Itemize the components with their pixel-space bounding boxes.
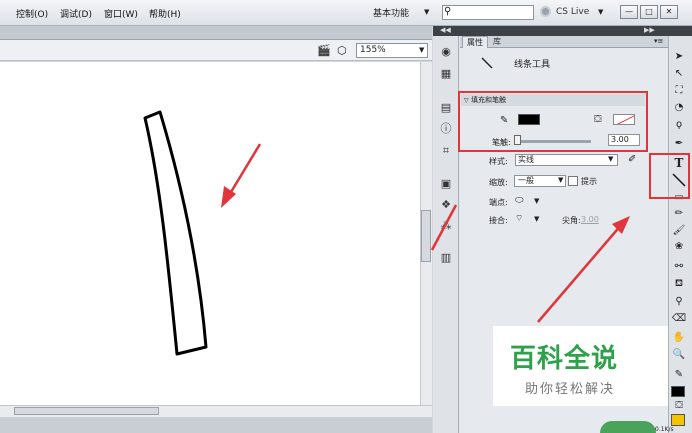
info-panel-icon[interactable]: ⓘ xyxy=(438,121,454,137)
fill-color-tool[interactable] xyxy=(671,414,685,426)
join-style-icon[interactable]: ⌔ xyxy=(515,213,523,224)
swatches-panel-icon[interactable]: ▦ xyxy=(438,66,454,82)
annotation-arrow-svg xyxy=(537,216,630,323)
style-select[interactable]: 实线 xyxy=(515,154,618,166)
stroke-color-tool[interactable] xyxy=(671,386,685,397)
collapse-icon[interactable]: ▶▶ xyxy=(644,26,655,34)
document-tab-bar xyxy=(0,26,432,40)
watermark-subtitle: 助你轻松解决 xyxy=(525,382,616,397)
annotation-box-fill-stroke xyxy=(458,91,648,152)
panel-menu-icon[interactable]: ▾≡ xyxy=(654,37,663,45)
cap-style-icon[interactable]: ⬭ xyxy=(515,195,524,206)
align-panel-icon[interactable]: ▤ xyxy=(438,100,454,116)
subselection-tool-icon[interactable]: ↖ xyxy=(671,67,687,81)
style-label: 样式: xyxy=(489,157,508,166)
color-panel-icon[interactable]: ◉ xyxy=(438,44,454,60)
scale-label: 缩放: xyxy=(489,178,508,187)
lasso-tool-icon[interactable]: ϙ xyxy=(671,118,687,132)
menu-window[interactable]: 窗口(W) xyxy=(104,7,138,20)
drawing-svg xyxy=(143,110,262,356)
3d-rotation-tool-icon[interactable]: ◔ xyxy=(671,101,687,115)
line-tool-icon xyxy=(481,57,493,69)
tool-name: 线条工具 xyxy=(514,60,551,70)
annotation-arrow-line xyxy=(226,143,262,198)
join-label: 接合: xyxy=(489,216,508,225)
paint-bucket-tool-icon[interactable]: ⛾ xyxy=(671,277,687,291)
stage-canvas[interactable] xyxy=(0,62,420,405)
stroke-pencil-icon: ✎ xyxy=(674,369,684,380)
tab-properties[interactable]: 属性 xyxy=(462,36,488,48)
chevron-down-icon: ▼ xyxy=(598,8,604,16)
network-status-badge xyxy=(600,421,656,433)
selection-tool-icon[interactable]: ➤ xyxy=(671,50,687,64)
watermark-title: 百科全说 xyxy=(510,344,619,374)
history-panel-icon[interactable]: ▣ xyxy=(438,176,454,192)
hint-checkbox[interactable] xyxy=(568,176,578,186)
free-transform-tool-icon[interactable]: ⛶ xyxy=(671,84,687,98)
bone-tool-icon[interactable]: ⚯ xyxy=(671,260,687,274)
transform-panel-icon[interactable]: ⌗ xyxy=(438,143,454,159)
network-speed: 0.1K/s xyxy=(655,426,674,433)
hand-tool-icon[interactable]: ✋ xyxy=(671,331,687,345)
menu-help[interactable]: 帮助(H) xyxy=(149,7,181,20)
timeline-strip xyxy=(0,417,432,433)
chevron-down-icon: ▼ xyxy=(608,155,614,163)
tab-library[interactable]: 库 xyxy=(489,37,505,48)
chevron-down-icon: ▼ xyxy=(558,176,564,184)
close-button[interactable]: ✕ xyxy=(660,5,678,19)
chevron-down-icon: ▼ xyxy=(424,8,430,16)
eyedropper-tool-icon[interactable]: ⚲ xyxy=(671,295,687,309)
menu-control[interactable]: 控制(O) xyxy=(16,7,48,20)
cs-live-button[interactable]: CS Live xyxy=(556,7,589,17)
hint-label: 提示 xyxy=(581,177,597,186)
collapse-icon[interactable]: ◀◀ xyxy=(440,26,451,34)
search-icon: ⚲ xyxy=(444,6,452,17)
menu-debug[interactable]: 调试(D) xyxy=(60,7,92,20)
maximize-button[interactable]: □ xyxy=(640,5,658,19)
horizontal-scroll-thumb[interactable] xyxy=(14,407,159,415)
search-input[interactable] xyxy=(442,5,534,20)
chevron-down-icon: ▼ xyxy=(534,197,540,205)
deco-tool-icon[interactable]: ❀ xyxy=(671,240,687,254)
annotation-box-tools xyxy=(649,153,690,199)
drawn-stroke-shape xyxy=(143,110,208,356)
cap-label: 端点: xyxy=(489,198,508,207)
zoom-select[interactable]: 155% xyxy=(356,43,428,58)
cs-live-icon xyxy=(540,6,551,17)
brush-tool-icon[interactable]: 🖌 xyxy=(671,224,687,238)
minimize-button[interactable]: — xyxy=(620,5,638,19)
fill-bucket-icon: ⛋ xyxy=(675,400,683,411)
pen-tool-icon[interactable]: ✒ xyxy=(671,137,687,151)
edit-style-icon[interactable]: ✐ xyxy=(628,154,636,165)
eraser-tool-icon[interactable]: ⌫ xyxy=(671,312,687,326)
pencil-tool-icon[interactable]: ✏ xyxy=(671,207,687,221)
chevron-down-icon: ▼ xyxy=(419,46,425,54)
edit-symbol-icon[interactable]: ⬡ xyxy=(337,44,347,57)
edit-scene-icon[interactable]: 🎬 xyxy=(317,44,331,57)
annotation-svg xyxy=(430,204,458,251)
zoom-tool-icon[interactable]: 🔍 xyxy=(671,348,687,362)
